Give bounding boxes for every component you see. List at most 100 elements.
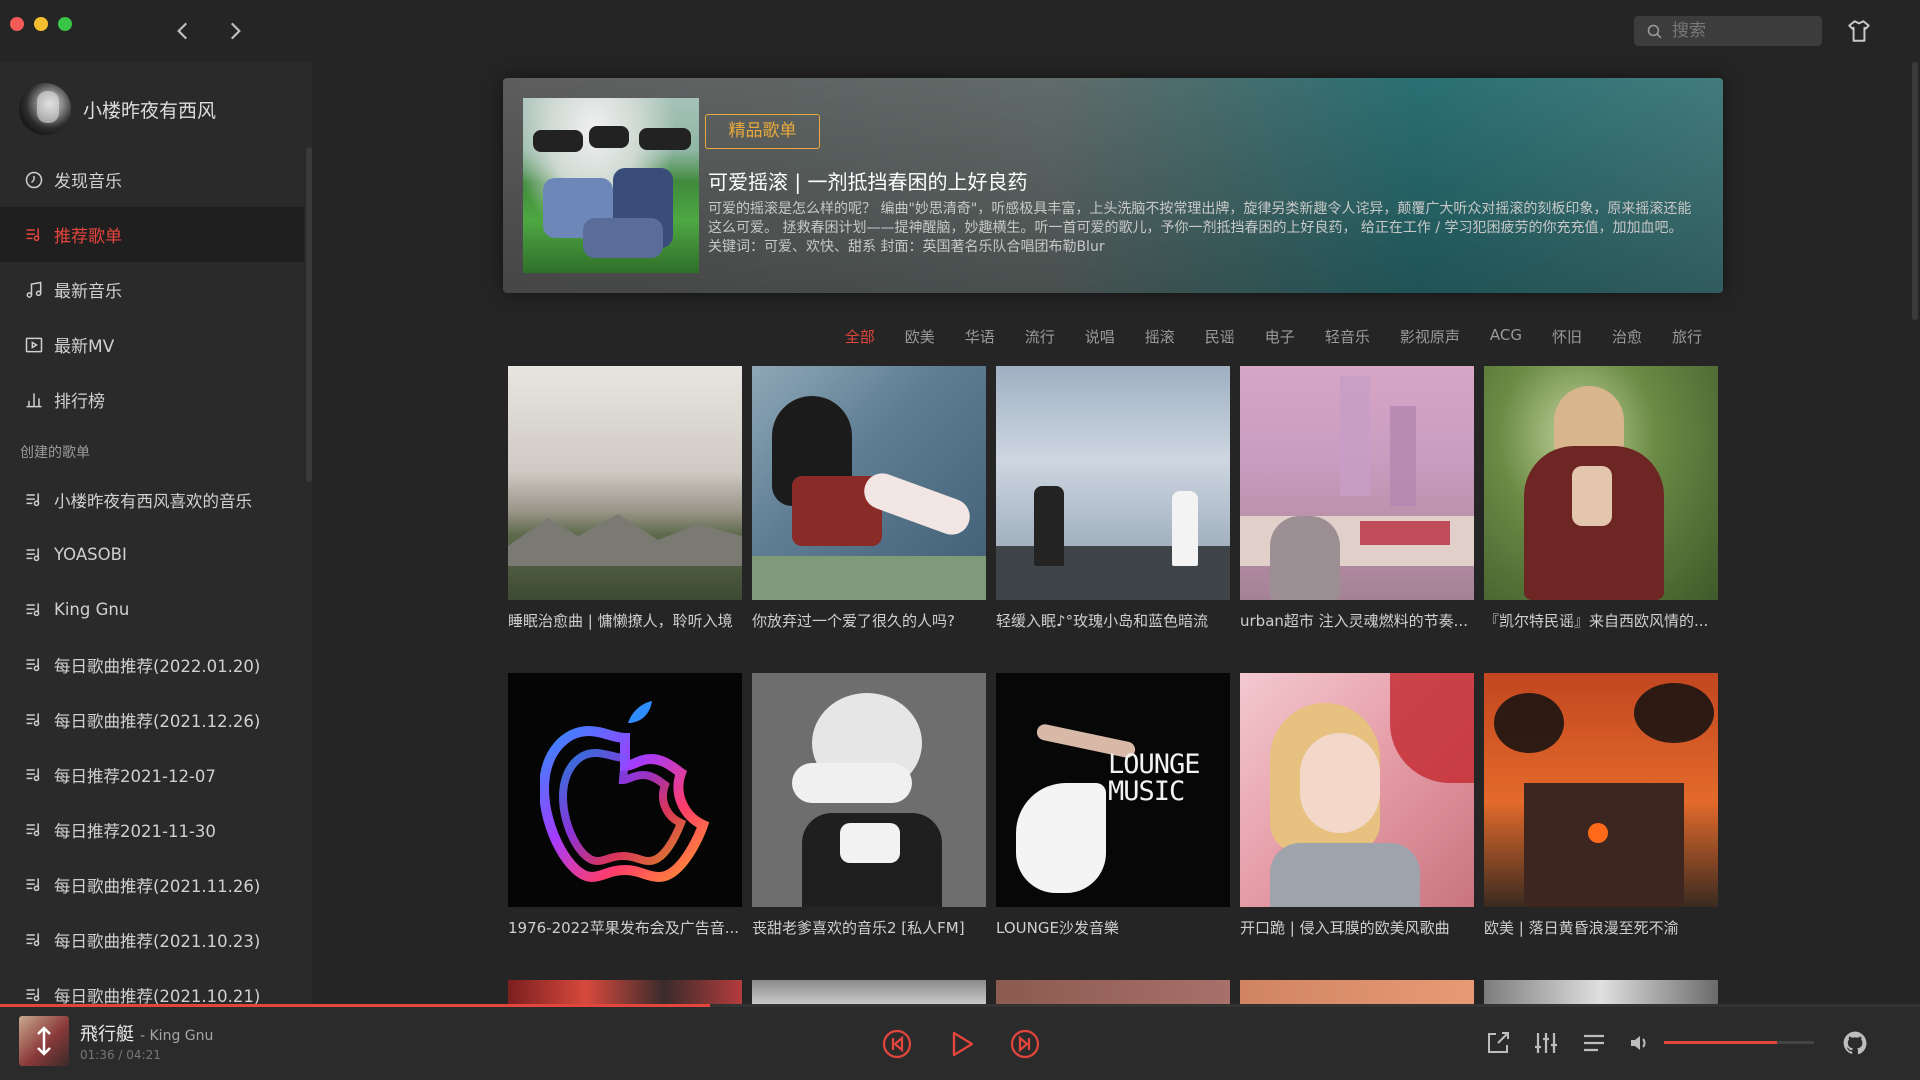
playlist-card-title[interactable]: 丧甜老爹喜欢的音乐2 [私人FM]: [752, 917, 986, 938]
cover-text-line: LOUNGE: [1108, 749, 1201, 780]
sidebar-item-new-mv[interactable]: 最新MV: [0, 317, 304, 372]
playlist-cover[interactable]: [1240, 673, 1474, 907]
tag-light-music[interactable]: 轻音乐: [1325, 326, 1370, 347]
sidebar-playlist-item[interactable]: 每日歌曲推荐(2022.01.20): [0, 637, 304, 692]
playlist-cover[interactable]: [1484, 366, 1718, 600]
share-icon[interactable]: [1484, 1029, 1512, 1057]
tag-nostalgia[interactable]: 怀旧: [1552, 326, 1582, 347]
sidebar-playlist-item[interactable]: King Gnu: [0, 582, 304, 637]
playlist-card[interactable]: 睡眠治愈曲 | 慵懒撩人，聆听入境: [508, 366, 742, 631]
tag-all[interactable]: 全部: [845, 326, 875, 347]
search-input[interactable]: 搜索: [1634, 16, 1822, 46]
cover-detail: [1270, 843, 1420, 907]
playlist-cover[interactable]: [752, 366, 986, 600]
sidebar-playlist-item[interactable]: 每日推荐2021-11-30: [0, 802, 304, 857]
playlist-cover[interactable]: [752, 673, 986, 907]
playlist-label: 每日推荐2021-12-07: [54, 766, 216, 786]
tag-western[interactable]: 欧美: [905, 326, 935, 347]
sidebar-playlist-item[interactable]: 每日歌曲推荐(2021.12.26): [0, 692, 304, 747]
sidebar-item-charts[interactable]: 排行榜: [0, 372, 304, 427]
github-icon[interactable]: [1842, 1030, 1868, 1056]
playlist-card-title[interactable]: LOUNGE沙发音樂: [996, 917, 1230, 938]
search-placeholder: 搜索: [1672, 21, 1706, 41]
featured-playlist-banner[interactable]: [503, 78, 1723, 293]
user-profile[interactable]: 小楼昨夜有西风: [19, 82, 216, 136]
tag-healing[interactable]: 治愈: [1612, 326, 1642, 347]
playlist-card[interactable]: 轻缓入眠♪°玫瑰小岛和蓝色暗流: [996, 366, 1230, 631]
next-track-icon[interactable]: [1010, 1029, 1040, 1059]
playlist-cover[interactable]: [508, 366, 742, 600]
play-queue-icon[interactable]: [1580, 1029, 1608, 1057]
sidebar-playlist-item[interactable]: 每日推荐2021-12-07: [0, 747, 304, 802]
sidebar-playlist-item[interactable]: 每日歌曲推荐(2021.10.23): [0, 912, 304, 967]
back-arrow-icon[interactable]: [170, 18, 196, 44]
playlist-card[interactable]: 欧美 | 落日黄昏浪漫至死不渝: [1484, 673, 1718, 938]
playlist-card[interactable]: 1976-2022苹果发布会及广告音...: [508, 673, 742, 938]
sidebar-item-recommended-playlists[interactable]: 推荐歌单: [0, 207, 304, 262]
banner-title[interactable]: 可爱摇滚 | 一剂抵挡春困的上好良药: [708, 166, 1027, 195]
playlist-card-title[interactable]: 你放弃过一个爱了很久的人吗?: [752, 610, 986, 631]
tag-rock[interactable]: 摇滚: [1145, 326, 1175, 347]
equalizer-icon[interactable]: [1532, 1029, 1560, 1057]
playlist-card-title[interactable]: 1976-2022苹果发布会及广告音...: [508, 917, 742, 938]
now-playing-cover[interactable]: [19, 1016, 69, 1066]
sidebar-playlist-item[interactable]: 每日歌曲推荐(2021.10.21): [0, 967, 304, 1004]
progress-fill[interactable]: [0, 1004, 710, 1007]
tag-travel[interactable]: 旅行: [1672, 326, 1702, 347]
playlist-cover-partial[interactable]: [996, 980, 1230, 1004]
playlist-card[interactable]: 开口跪 | 侵入耳膜的欧美风歌曲: [1240, 673, 1474, 938]
tag-rap[interactable]: 说唱: [1085, 326, 1115, 347]
volume-icon[interactable]: [1628, 1031, 1652, 1055]
playlist-card-title[interactable]: 欧美 | 落日黄昏浪漫至死不渝: [1484, 917, 1718, 938]
playlist-card-title[interactable]: 『凯尔特民谣』来自西欧风情的...: [1484, 610, 1718, 631]
playlist-cover[interactable]: [1240, 366, 1474, 600]
playlist-label: 小楼昨夜有西风喜欢的音乐: [54, 491, 252, 511]
playlist-cover-partial[interactable]: [1484, 980, 1718, 1004]
premium-playlist-badge[interactable]: 精品歌单: [705, 114, 820, 149]
play-icon[interactable]: [948, 1030, 976, 1058]
sidebar-playlist-item[interactable]: YOASOBI: [0, 527, 304, 582]
avatar[interactable]: [19, 83, 71, 135]
playlist-card[interactable]: 丧甜老爹喜欢的音乐2 [私人FM]: [752, 673, 986, 938]
sidebar-item-discover[interactable]: 发现音乐: [0, 152, 304, 207]
previous-track-icon[interactable]: [882, 1029, 912, 1059]
playlist-card-title[interactable]: 睡眠治愈曲 | 慵懒撩人，聆听入境: [508, 610, 742, 631]
playlist-card[interactable]: LOUNGE MUSIC LOUNGE沙发音樂: [996, 673, 1230, 938]
playlist-card-title[interactable]: urban超市 注入灵魂燃料的节奏...: [1240, 610, 1474, 631]
now-playing-title[interactable]: 飛行艇 - King Gnu: [80, 1020, 213, 1046]
progress-track[interactable]: [710, 1004, 1920, 1007]
volume-fill[interactable]: [1664, 1041, 1777, 1044]
tag-pop[interactable]: 流行: [1025, 326, 1055, 347]
skin-shirt-icon[interactable]: [1846, 18, 1872, 44]
sidebar-playlist-item[interactable]: 小楼昨夜有西风喜欢的音乐: [0, 472, 304, 527]
playlist-cover-partial[interactable]: [508, 980, 742, 1004]
sidebar-item-new-music[interactable]: 最新音乐: [0, 262, 304, 317]
playlist-cover[interactable]: [1484, 673, 1718, 907]
playlist-card[interactable]: 『凯尔特民谣』来自西欧风情的...: [1484, 366, 1718, 631]
minimize-window-button[interactable]: [34, 17, 48, 31]
playlist-cover[interactable]: [996, 366, 1230, 600]
playlist-card-title[interactable]: 开口跪 | 侵入耳膜的欧美风歌曲: [1240, 917, 1474, 938]
playlist-card-title[interactable]: 轻缓入眠♪°玫瑰小岛和蓝色暗流: [996, 610, 1230, 631]
tag-folk[interactable]: 民谣: [1205, 326, 1235, 347]
app-window: 搜索 小楼昨夜有西风 发现音乐 推荐歌单 最新音乐 最新MV 排行榜 创建的歌单…: [0, 0, 1920, 1080]
tag-soundtrack[interactable]: 影视原声: [1400, 326, 1460, 347]
sidebar-playlist-item[interactable]: 每日歌曲推荐(2021.11.26): [0, 857, 304, 912]
sidebar-item-label: 最新音乐: [54, 282, 122, 302]
playlist-card[interactable]: urban超市 注入灵魂燃料的节奏...: [1240, 366, 1474, 631]
playlist-card[interactable]: 你放弃过一个爱了很久的人吗?: [752, 366, 986, 631]
tag-acg[interactable]: ACG: [1490, 326, 1522, 347]
main-scrollbar[interactable]: [1912, 62, 1918, 320]
playlist-cover-partial[interactable]: [752, 980, 986, 1004]
banner-cover-image[interactable]: [523, 98, 699, 273]
maximize-window-button[interactable]: [58, 17, 72, 31]
tag-chinese[interactable]: 华语: [965, 326, 995, 347]
sidebar-scrollbar[interactable]: [306, 147, 312, 482]
tag-electronic[interactable]: 电子: [1265, 326, 1295, 347]
song-artist[interactable]: - King Gnu: [140, 1028, 213, 1044]
close-window-button[interactable]: [10, 17, 24, 31]
forward-arrow-icon[interactable]: [222, 18, 248, 44]
playlist-cover-partial[interactable]: [1240, 980, 1474, 1004]
playlist-cover[interactable]: [508, 673, 742, 907]
playlist-cover[interactable]: LOUNGE MUSIC: [996, 673, 1230, 907]
